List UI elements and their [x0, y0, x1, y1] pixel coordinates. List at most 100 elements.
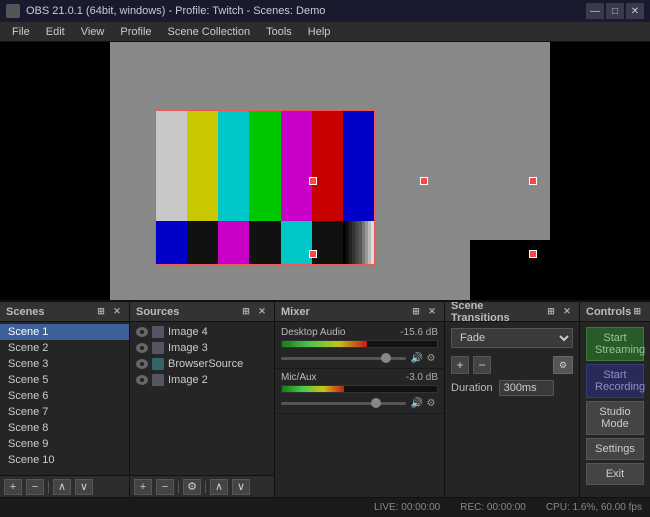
- transitions-content: Fade Cut Swipe Slide + − ⚙ Duration: [445, 322, 579, 497]
- sources-toolbar: + − ⚙ ∧ ∨: [130, 475, 274, 497]
- sources-up-button[interactable]: ∧: [210, 479, 228, 495]
- menu-edit[interactable]: Edit: [38, 22, 73, 42]
- source-icon-image4: [152, 326, 164, 338]
- scenes-up-button[interactable]: ∧: [53, 479, 71, 495]
- menu-help[interactable]: Help: [300, 22, 339, 42]
- bar-yellow: [187, 111, 218, 221]
- duration-input[interactable]: [499, 380, 554, 396]
- mixer-track-mic-header: Mic/Aux -3.0 dB: [281, 372, 438, 383]
- mixer-mute-icon-desktop[interactable]: 🔊: [410, 351, 424, 365]
- menu-view[interactable]: View: [73, 22, 113, 42]
- source-item-image3[interactable]: Image 3: [130, 340, 274, 356]
- sources-down-button[interactable]: ∨: [232, 479, 250, 495]
- status-live: LIVE: 00:00:00: [374, 502, 440, 513]
- studio-mode-button[interactable]: Studio Mode: [586, 401, 644, 435]
- mixer-gear-icon-mic[interactable]: ⚙: [424, 396, 438, 410]
- sources-add-button[interactable]: +: [134, 479, 152, 495]
- mixer-mute-icon-mic[interactable]: 🔊: [410, 396, 424, 410]
- mixer-gear-icon-desktop[interactable]: ⚙: [424, 351, 438, 365]
- menu-profile[interactable]: Profile: [112, 22, 159, 42]
- minimize-button[interactable]: —: [586, 3, 604, 19]
- mixer-controls-desktop: 🔊 ⚙: [281, 351, 438, 365]
- source-item-browser[interactable]: BrowserSource: [130, 356, 274, 372]
- scene-item-5[interactable]: Scene 5: [0, 372, 129, 388]
- color-bars-top: [156, 111, 374, 221]
- scenes-config-icon[interactable]: ⊞: [95, 306, 107, 318]
- source-item-image2[interactable]: Image 2: [130, 372, 274, 388]
- scene-item-3[interactable]: Scene 3: [0, 356, 129, 372]
- scenes-remove-button[interactable]: −: [26, 479, 44, 495]
- transitions-select[interactable]: Fade Cut Swipe Slide: [451, 328, 573, 348]
- transitions-add-button[interactable]: +: [451, 356, 469, 374]
- title-bar: OBS 21.0.1 (64bit, windows) - Profile: T…: [0, 0, 650, 22]
- sources-list: Image 4 Image 3 BrowserSource Image 2: [130, 322, 274, 475]
- source-eye-image4[interactable]: [136, 327, 148, 337]
- source-eye-image2[interactable]: [136, 375, 148, 385]
- controls-panel-title: Controls: [586, 306, 631, 318]
- mixer-close-icon[interactable]: ✕: [426, 306, 438, 318]
- menu-tools[interactable]: Tools: [258, 22, 300, 42]
- menu-file[interactable]: File: [4, 22, 38, 42]
- transitions-controls-row: + − ⚙: [445, 352, 579, 378]
- scenes-add-button[interactable]: +: [4, 479, 22, 495]
- transitions-config-icon[interactable]: ⊞: [545, 306, 557, 318]
- mixer-slider-track-desktop[interactable]: [281, 357, 406, 360]
- mixer-track-desktop-header: Desktop Audio -15.6 dB: [281, 327, 438, 338]
- preview-black-left: [0, 42, 110, 300]
- controls-config-icon[interactable]: ⊞: [631, 306, 643, 318]
- source-item-image4[interactable]: Image 4: [130, 324, 274, 340]
- source-eye-image3[interactable]: [136, 343, 148, 353]
- transitions-remove-button[interactable]: −: [473, 356, 491, 374]
- duration-row: Duration: [445, 378, 579, 398]
- mixer-track-desktop-name: Desktop Audio: [281, 327, 346, 338]
- bar-cyan: [218, 111, 249, 221]
- scenes-panel: Scenes ⊞ ✕ Scene 1 Scene 2 Scene 3 Scene…: [0, 302, 130, 497]
- sources-panel: Sources ⊞ ✕ Image 4 Image 3 BrowserSourc…: [130, 302, 275, 497]
- exit-button[interactable]: Exit: [586, 463, 644, 485]
- sources-settings-button[interactable]: ⚙: [183, 479, 201, 495]
- mixer-panel: Mixer ⊞ ✕ Desktop Audio -15.6 dB: [275, 302, 445, 497]
- transitions-config-gear[interactable]: ⚙: [553, 356, 573, 374]
- scene-item-2[interactable]: Scene 2: [0, 340, 129, 356]
- resize-handle-tc[interactable]: [420, 177, 428, 185]
- mixer-slider-thumb-mic[interactable]: [371, 398, 381, 408]
- scene-item-8[interactable]: Scene 8: [0, 420, 129, 436]
- settings-button[interactable]: Settings: [586, 438, 644, 460]
- mixer-slider-track-mic[interactable]: [281, 402, 406, 405]
- sources-remove-button[interactable]: −: [156, 479, 174, 495]
- scene-item-1[interactable]: Scene 1: [0, 324, 129, 340]
- resize-handle-tr[interactable]: [529, 177, 537, 185]
- title-bar-controls[interactable]: — □ ✕: [586, 3, 644, 19]
- scene-item-9[interactable]: Scene 9: [0, 436, 129, 452]
- sources-close-icon[interactable]: ✕: [256, 306, 268, 318]
- maximize-button[interactable]: □: [606, 3, 624, 19]
- source-eye-browser[interactable]: [136, 359, 148, 369]
- resize-handle-tl[interactable]: [309, 177, 317, 185]
- scenes-close-icon[interactable]: ✕: [111, 306, 123, 318]
- scenes-down-button[interactable]: ∨: [75, 479, 93, 495]
- start-streaming-button[interactable]: Start Streaming: [586, 327, 644, 361]
- mixer-config-icon[interactable]: ⊞: [410, 306, 422, 318]
- transitions-panel: Scene Transitions ⊞ ✕ Fade Cut Swipe Sli…: [445, 302, 580, 497]
- bar-magenta: [281, 111, 312, 221]
- menu-scene-collection[interactable]: Scene Collection: [160, 22, 259, 42]
- mixer-slider-mic[interactable]: [281, 402, 406, 405]
- sources-config-icon[interactable]: ⊞: [240, 306, 252, 318]
- transitions-close-icon[interactable]: ✕: [561, 306, 573, 318]
- scene-item-10[interactable]: Scene 10: [0, 452, 129, 468]
- source-name-image4: Image 4: [168, 326, 208, 338]
- scene-item-7[interactable]: Scene 7: [0, 404, 129, 420]
- scene-item-6[interactable]: Scene 6: [0, 388, 129, 404]
- resize-handle-mr[interactable]: [529, 250, 537, 258]
- mixer-slider-thumb-desktop[interactable]: [381, 353, 391, 363]
- start-recording-button[interactable]: Start Recording: [586, 364, 644, 398]
- sources-toolbar-sep: [178, 481, 179, 493]
- resize-handle-ml[interactable]: [309, 250, 317, 258]
- mixer-slider-desktop[interactable]: [281, 357, 406, 360]
- preview-black-right: [550, 42, 650, 300]
- close-button[interactable]: ✕: [626, 3, 644, 19]
- transitions-header-icons: ⊞ ✕: [545, 306, 573, 318]
- scenes-list: Scene 1 Scene 2 Scene 3 Scene 5 Scene 6 …: [0, 322, 129, 475]
- status-bar: LIVE: 00:00:00 REC: 00:00:00 CPU: 1.6%, …: [0, 497, 650, 517]
- mixer-panel-title: Mixer: [281, 306, 310, 318]
